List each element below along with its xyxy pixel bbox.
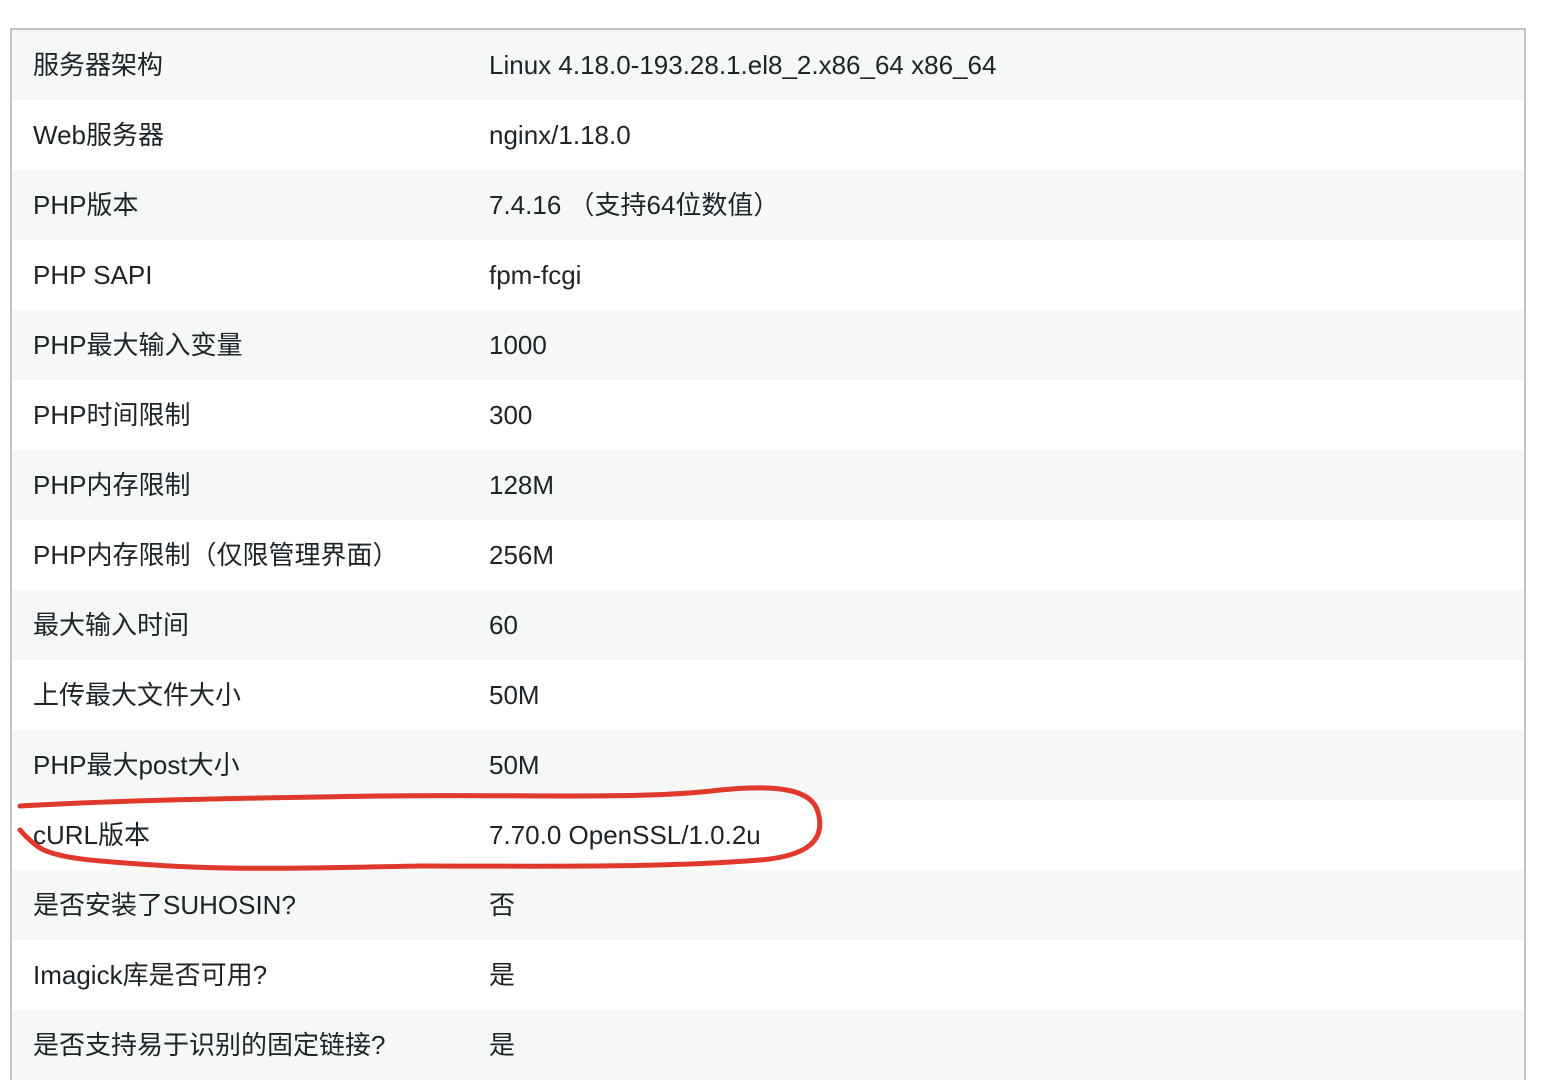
- row-label: cURL版本: [33, 820, 151, 850]
- row-value: 50M: [489, 680, 540, 710]
- table-row: 是否安装了SUHOSIN? 否: [12, 870, 1524, 940]
- row-label: Web服务器: [33, 120, 164, 150]
- row-value: 300: [489, 400, 533, 430]
- row-label: PHP SAPI: [33, 260, 153, 290]
- table-row: PHP最大输入变量 1000: [12, 310, 1524, 380]
- row-value: 1000: [489, 330, 547, 360]
- table-row: 最大输入时间 60: [12, 590, 1524, 660]
- row-label: PHP最大post大小: [33, 750, 240, 780]
- row-value: 256M: [489, 540, 555, 570]
- row-label: Imagick库是否可用?: [33, 960, 268, 990]
- row-label: PHP最大输入变量: [33, 330, 243, 360]
- table-row-curl-version: cURL版本 7.70.0 OpenSSL/1.0.2u: [12, 800, 1524, 870]
- table-row: PHP内存限制（仅限管理界面） 256M: [12, 520, 1524, 590]
- table-row: 上传最大文件大小 50M: [12, 660, 1524, 730]
- row-value: 否: [489, 890, 516, 920]
- table-row: PHP SAPI fpm-fcgi: [12, 240, 1524, 310]
- row-label: PHP时间限制: [33, 400, 191, 430]
- row-value: 50M: [489, 750, 540, 780]
- row-label: 服务器架构: [33, 50, 164, 80]
- table-row: PHP版本 7.4.16 （支持64位数值）: [12, 170, 1524, 240]
- row-value: fpm-fcgi: [489, 260, 582, 290]
- row-value: 7.4.16 （支持64位数值）: [489, 190, 780, 220]
- row-label: PHP内存限制（仅限管理界面）: [33, 540, 399, 570]
- row-value: 是: [489, 960, 516, 990]
- row-value: Linux 4.18.0-193.28.1.el8_2.x86_64 x86_6…: [489, 50, 997, 80]
- table-row: 服务器架构 Linux 4.18.0-193.28.1.el8_2.x86_64…: [12, 30, 1524, 100]
- row-label: 上传最大文件大小: [33, 680, 242, 710]
- row-label: 最大输入时间: [33, 610, 190, 640]
- row-label: PHP版本: [33, 190, 139, 220]
- row-value: nginx/1.18.0: [489, 120, 631, 150]
- table-row: PHP最大post大小 50M: [12, 730, 1524, 800]
- row-value: 128M: [489, 470, 555, 500]
- table-row: 是否支持易于识别的固定链接? 是: [12, 1010, 1524, 1080]
- row-label: 是否支持易于识别的固定链接?: [33, 1030, 386, 1060]
- row-value: 60: [489, 610, 518, 640]
- table-row: Web服务器 nginx/1.18.0: [12, 100, 1524, 170]
- row-label: PHP内存限制: [33, 470, 191, 500]
- table-row: PHP内存限制 128M: [12, 450, 1524, 520]
- row-value: 7.70.0 OpenSSL/1.0.2u: [489, 820, 761, 850]
- row-label: 是否安装了SUHOSIN?: [33, 890, 296, 920]
- row-value: 是: [489, 1030, 516, 1060]
- server-info-table: 服务器架构 Linux 4.18.0-193.28.1.el8_2.x86_64…: [10, 28, 1526, 1080]
- table-row: PHP时间限制 300: [12, 380, 1524, 450]
- table-row: Imagick库是否可用? 是: [12, 940, 1524, 1010]
